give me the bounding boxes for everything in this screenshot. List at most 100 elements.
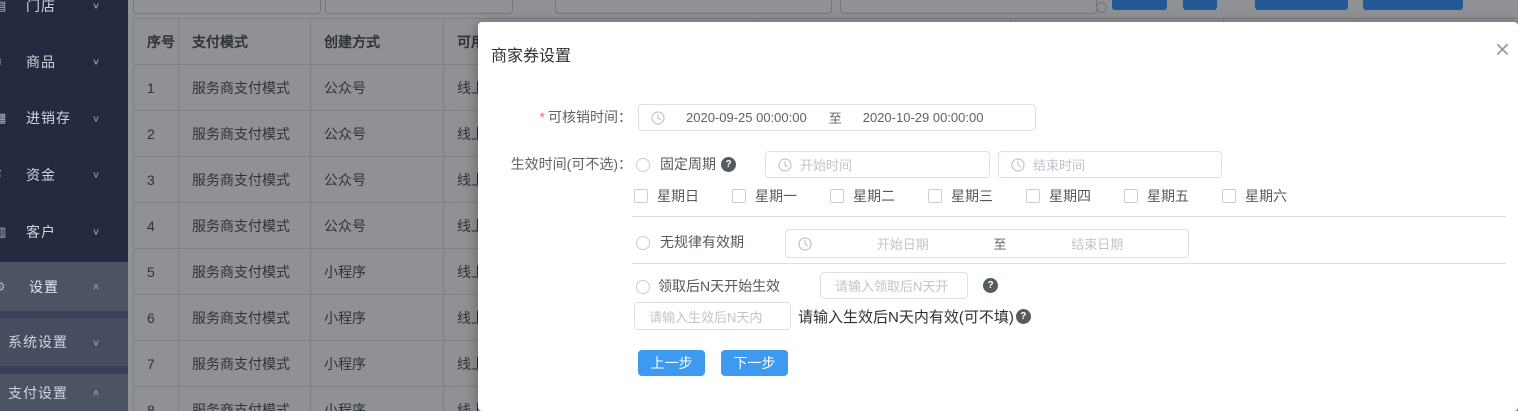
cell-create-method: 小程序	[311, 341, 444, 386]
weekday-checkbox-group: 星期日 星期一 星期二 星期三 星期四 星期五 星期六	[634, 186, 1320, 206]
range-separator: 至	[993, 237, 1007, 252]
filter-input	[325, 0, 513, 14]
help-icon[interactable]: ?	[721, 157, 736, 172]
weekday-option[interactable]: 星期三	[928, 186, 1026, 206]
valid-days-placeholder: 请输入生效后N天内	[649, 309, 763, 325]
cell-index: 8	[134, 387, 179, 411]
cell-index: 7	[134, 341, 179, 386]
weekday-label: 星期一	[755, 188, 797, 204]
chevron-icon: ∧	[91, 388, 100, 398]
sidebar-item[interactable]: 系统设置 ∨	[0, 318, 128, 366]
filter-input	[840, 0, 1097, 14]
sidebar-item-label: 系统设置	[8, 334, 68, 350]
checkbox-icon[interactable]	[830, 189, 844, 203]
help-circle-icon	[1096, 2, 1107, 13]
cell-pay-mode: 服务商支付模式	[179, 341, 311, 386]
valid-days-input[interactable]: 请输入生效后N天内	[634, 302, 791, 330]
chevron-icon: ∧	[91, 282, 100, 292]
effective-time-label: 生效时间(可不选)：	[510, 156, 632, 172]
sidebar-item[interactable]: ¥ 资金 ∨	[0, 146, 128, 203]
table-header: 序号	[134, 19, 179, 64]
cell-create-method: 小程序	[311, 249, 444, 294]
fixed-start-time-input[interactable]: 开始时间	[765, 151, 990, 178]
help-icon[interactable]: ?	[983, 278, 998, 293]
checkbox-icon[interactable]	[634, 189, 648, 203]
modal-title: 商家券设置	[491, 48, 572, 65]
cell-create-method: 小程序	[311, 387, 444, 411]
divider	[632, 216, 1506, 217]
sidebar-item[interactable]: 支付设置 ∧	[0, 374, 128, 411]
checkbox-icon[interactable]	[1026, 189, 1040, 203]
sidebar: ▤ 门店 ∨ ≡ 商品 ∨ ▦ 进销存 ∨ ¥ 资	[0, 0, 128, 411]
sidebar-item[interactable]: ▦ 进销存 ∨	[0, 90, 128, 146]
cell-pay-mode: 服务商支付模式	[179, 249, 311, 294]
cell-pay-mode: 服务商支付模式	[179, 203, 311, 248]
topbar-button	[1255, 0, 1348, 10]
help-icon[interactable]: ?	[1015, 308, 1031, 324]
weekday-option[interactable]: 星期四	[1026, 186, 1124, 206]
filter-input	[133, 0, 321, 14]
chevron-icon: ∨	[91, 337, 100, 348]
weekday-option[interactable]: 星期一	[732, 186, 830, 206]
clock-icon	[778, 157, 792, 172]
fixed-end-time-input[interactable]: 结束时间	[998, 151, 1222, 178]
weekday-label: 星期二	[853, 188, 895, 204]
sidebar-item-label: 资金	[26, 166, 56, 183]
weekday-label: 星期日	[657, 188, 699, 204]
fixed-cycle-label[interactable]: 固定周期	[660, 151, 716, 178]
verify-start-value: 2020-09-25 00:00:00	[686, 110, 807, 125]
settings-icon: ⚙	[0, 279, 10, 295]
prev-step-button[interactable]: 上一步	[638, 350, 705, 376]
sidebar-item[interactable]: ≡ 商品 ∨	[0, 33, 128, 90]
weekday-label: 星期六	[1245, 188, 1287, 204]
sidebar-item[interactable]: ▤ 门店 ∨	[0, 0, 128, 34]
irregular-validity-radio[interactable]	[636, 236, 650, 250]
weekday-label: 星期五	[1147, 188, 1189, 204]
cell-index: 2	[134, 111, 179, 156]
checkbox-icon[interactable]	[1222, 189, 1236, 203]
cell-index: 3	[134, 157, 179, 202]
chevron-icon: ∨	[91, 170, 100, 180]
after-receive-label[interactable]: 领取后N天开始生效	[658, 273, 780, 300]
cell-pay-mode: 服务商支付模式	[179, 111, 311, 156]
sidebar-menu: ▤ 门店 ∨ ≡ 商品 ∨ ▦ 进销存 ∨ ¥ 资	[0, 0, 128, 411]
sidebar-item-label: 商品	[26, 53, 56, 70]
sidebar-item-label: 门店	[26, 0, 56, 14]
chevron-icon: ∨	[91, 113, 100, 124]
weekday-option[interactable]: 星期日	[634, 186, 732, 206]
irregular-validity-label[interactable]: 无规律有效期	[660, 229, 744, 256]
cell-create-method: 公众号	[311, 111, 444, 156]
sidebar-item[interactable]: ⚙ 设置 ∧	[0, 262, 128, 311]
after-receive-days-input[interactable]: 请输入领取后N天开	[820, 272, 968, 299]
sidebar-item-label: 进销存	[26, 110, 71, 126]
clock-icon	[1011, 157, 1025, 172]
cell-index: 6	[134, 295, 179, 340]
irregular-date-range-input[interactable]: 开始日期 至 结束日期	[785, 229, 1189, 258]
checkbox-icon[interactable]	[732, 189, 746, 203]
checkbox-icon[interactable]	[928, 189, 942, 203]
sidebar-item[interactable]: ▥ 客户 ∨	[0, 203, 128, 260]
weekday-option[interactable]: 星期六	[1222, 186, 1320, 206]
cell-pay-mode: 服务商支付模式	[179, 65, 311, 110]
after-receive-radio[interactable]	[636, 280, 650, 294]
clock-icon	[651, 110, 665, 125]
checkbox-icon[interactable]	[1124, 189, 1138, 203]
start-date-placeholder: 开始日期	[876, 237, 929, 252]
fixed-cycle-radio[interactable]	[636, 158, 650, 172]
weekday-option[interactable]: 星期五	[1124, 186, 1222, 206]
page: 序号 支付模式 创建方式 可用 1 服务商支付模式 公众号 线上 2 服务商支付…	[0, 0, 1518, 411]
close-icon[interactable]: ×	[1495, 36, 1510, 62]
next-step-button[interactable]: 下一步	[721, 350, 788, 376]
store-icon: ▤	[0, 0, 7, 13]
verify-end-value: 2020-10-29 00:00:00	[862, 110, 984, 125]
verify-time-range-input[interactable]: 2020-09-25 00:00:00 至 2020-10-29 00:00:0…	[638, 104, 1036, 131]
funds-icon: ¥	[0, 167, 10, 182]
valid-days-hint: 请输入生效后N天内有效(可不填)?	[798, 302, 1031, 330]
required-asterisk: *	[539, 109, 545, 125]
topbar-button	[1183, 0, 1217, 10]
filter-input	[555, 0, 832, 14]
weekday-option[interactable]: 星期二	[830, 186, 928, 206]
topbar-button	[1363, 0, 1463, 10]
cell-create-method: 公众号	[311, 157, 444, 202]
cell-index: 1	[134, 65, 179, 110]
